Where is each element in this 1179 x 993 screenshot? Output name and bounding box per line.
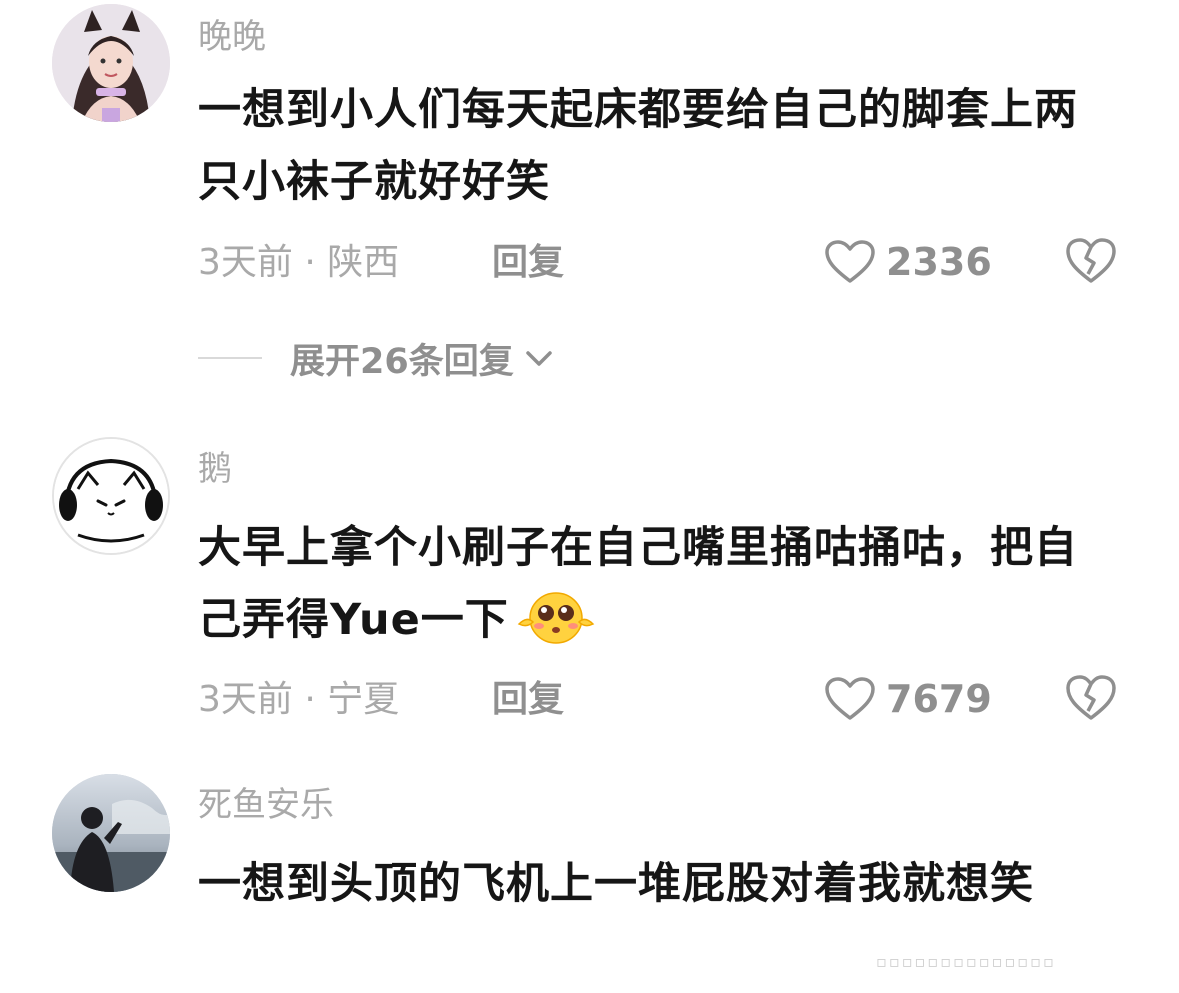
heart-outline-icon	[825, 677, 875, 720]
username[interactable]: 鹅	[198, 452, 232, 486]
comment-time-location: 3天前 · 宁夏	[198, 679, 400, 720]
username[interactable]: 晚晚	[198, 20, 266, 54]
like-count: 7679	[886, 677, 992, 721]
dislike-button[interactable]	[1064, 236, 1118, 288]
comment-text: 一想到头顶的飞机上一堆屁股对着我就想笑	[198, 859, 1034, 909]
reply-button[interactable]: 回复	[492, 245, 564, 281]
watermark: ▫▫▫▫▫▫▫▫▫▫▫▫▫▫	[876, 952, 1056, 971]
heart-outline-icon	[825, 240, 875, 283]
comment-text-content: 大早上拿个小刷子在自己嘴里捅咕捅咕，把自己弄得Yue一下	[198, 523, 1078, 645]
pleading-face-emoji	[513, 586, 599, 646]
comment-text: 一想到小人们每天起床都要给自己的脚套上两只小袜子就好好笑	[198, 85, 1078, 207]
like-button[interactable]: 7679	[824, 673, 992, 725]
comment-text: 大早上拿个小刷子在自己嘴里捅咕捅咕，把自己弄得Yue一下	[198, 512, 1078, 656]
comment-time-location: 3天前 · 陕西	[198, 242, 400, 283]
expand-replies-label: 展开26条回复	[290, 341, 514, 382]
avatar[interactable]	[52, 437, 170, 555]
silhouette-avatar-image	[52, 774, 170, 892]
chevron-down-icon	[525, 351, 552, 366]
like-count: 2336	[886, 240, 992, 284]
girl-avatar-image	[52, 4, 170, 122]
cartoon-avatar-image	[54, 439, 168, 553]
divider-line	[198, 357, 262, 359]
dislike-button[interactable]	[1064, 673, 1118, 725]
broken-heart-icon	[1066, 238, 1116, 283]
avatar[interactable]	[52, 774, 170, 892]
broken-heart-icon	[1066, 675, 1116, 720]
username[interactable]: 死鱼安乐	[198, 788, 334, 822]
expand-replies[interactable]: 展开26条回复	[198, 336, 556, 382]
reply-button[interactable]: 回复	[492, 682, 564, 718]
avatar[interactable]	[52, 4, 170, 122]
like-button[interactable]: 2336	[824, 236, 992, 288]
